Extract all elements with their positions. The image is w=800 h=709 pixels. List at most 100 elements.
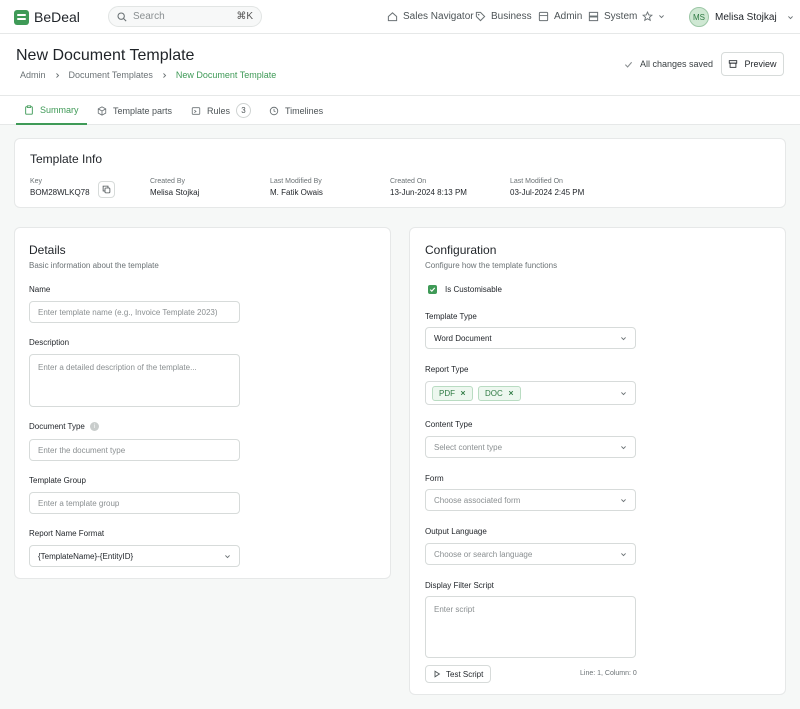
nav-system[interactable]: System — [588, 11, 637, 22]
breadcrumb-item[interactable]: Admin — [20, 70, 46, 80]
key-value: BOM28WLKQ78 — [30, 188, 90, 197]
created-on-value: 13-Jun-2024 8:13 PM — [390, 188, 467, 197]
logo-icon — [14, 9, 29, 25]
breadcrumb-current: New Document Template — [175, 70, 277, 80]
document-type-input[interactable]: Enter the document type — [29, 439, 240, 461]
key-label: Key — [30, 178, 43, 185]
check-icon — [429, 287, 436, 292]
report-name-format-value: {TemplateName}-{EntityID} — [38, 551, 134, 561]
created-by-value: Melisa Stojkaj — [150, 188, 200, 197]
info-icon[interactable]: i — [89, 422, 99, 431]
template-type-select[interactable]: Word Document — [425, 327, 636, 349]
description-label: Description — [29, 338, 70, 347]
form-select[interactable]: Choose associated form — [425, 489, 636, 511]
tab-timelines[interactable]: Timelines — [269, 96, 323, 125]
page-title: New Document Template — [16, 47, 195, 64]
tab-bar: Summary Template parts Rules 3 Timelines — [0, 96, 800, 125]
content-type-label: Content Type — [425, 420, 473, 429]
details-card: Details Basic information about the temp… — [14, 227, 391, 579]
tab-label: Summary — [40, 104, 79, 115]
document-type-placeholder: Enter the document type — [38, 445, 126, 455]
tab-rules[interactable]: Rules 3 — [191, 96, 252, 125]
breadcrumb-item[interactable]: Document Templates — [69, 70, 153, 80]
report-type-chip: DOC — [478, 385, 521, 401]
template-info-title: Template Info — [30, 152, 103, 166]
tag-icon — [475, 11, 486, 22]
nav-label: Admin — [554, 11, 583, 22]
tab-template-parts[interactable]: Template parts — [97, 96, 172, 125]
last-modified-by-value: M. Fatik Owais — [270, 188, 323, 197]
template-type-label: Template Type — [425, 312, 477, 321]
document-type-label: Document Type i — [29, 422, 99, 431]
content-type-placeholder: Select content type — [434, 442, 503, 452]
preview-button[interactable]: Preview — [721, 52, 784, 76]
favorites-menu[interactable] — [642, 11, 665, 22]
output-language-select[interactable]: Choose or search language — [425, 543, 636, 565]
name-placeholder: Enter template name (e.g., Invoice Templ… — [38, 307, 218, 317]
template-group-input[interactable]: Enter a template group — [29, 492, 240, 514]
save-status: All changes saved — [624, 59, 713, 69]
report-type-chip: PDF — [432, 385, 473, 401]
chevron-right-icon — [163, 72, 167, 78]
remove-chip-icon[interactable] — [508, 390, 514, 396]
chevron-down-icon — [621, 552, 626, 556]
rules-count-badge: 3 — [236, 103, 252, 118]
nav-label: Business — [491, 11, 532, 22]
home-icon — [387, 12, 398, 22]
user-menu[interactable]: MS Melisa Stojkaj — [689, 7, 794, 27]
tab-label: Rules — [207, 105, 231, 116]
page-header: New Document Template Admin Document Tem… — [0, 34, 800, 96]
form-placeholder: Choose associated form — [434, 495, 521, 505]
admin-icon — [538, 11, 549, 22]
output-language-placeholder: Choose or search language — [434, 549, 533, 559]
search-input[interactable]: Search ⌘K — [108, 6, 262, 27]
configuration-subtitle: Configure how the template functions — [425, 261, 558, 270]
server-icon — [588, 11, 599, 22]
name-input[interactable]: Enter template name (e.g., Invoice Templ… — [29, 301, 240, 323]
nav-business[interactable]: Business — [475, 11, 532, 22]
top-bar: BeDeal Search ⌘K Sales Navigator Busines… — [0, 0, 800, 34]
tab-summary[interactable]: Summary — [16, 96, 87, 125]
chevron-right-icon — [55, 72, 59, 78]
search-icon — [117, 11, 127, 22]
form-label: Form — [425, 474, 444, 483]
display-filter-script-editor[interactable]: Enter script — [425, 596, 636, 658]
test-script-label: Test Script — [446, 669, 484, 679]
last-modified-on-label: Last Modified On — [510, 178, 563, 185]
last-modified-by-label: Last Modified By — [270, 178, 322, 185]
save-status-text: All changes saved — [640, 59, 714, 69]
report-type-select[interactable]: PDF DOC — [425, 381, 636, 405]
search-placeholder: Search — [133, 11, 165, 22]
last-modified-on-value: 03-Jul-2024 2:45 PM — [510, 188, 585, 197]
search-shortcut: ⌘K — [236, 11, 253, 22]
clipboard-icon — [25, 104, 33, 115]
is-customisable-checkbox[interactable] — [428, 285, 437, 294]
chevron-down-icon — [621, 445, 626, 449]
tab-label: Timelines — [285, 105, 324, 116]
chevron-down-icon — [621, 391, 626, 395]
display-filter-script-label: Display Filter Script — [425, 581, 494, 590]
copy-icon — [102, 185, 111, 194]
nav-admin[interactable]: Admin — [538, 11, 582, 22]
user-name: Melisa Stojkaj — [715, 11, 777, 23]
avatar: MS — [689, 7, 709, 27]
copy-key-button[interactable] — [98, 181, 115, 198]
play-icon — [434, 670, 441, 678]
content-type-select[interactable]: Select content type — [425, 436, 636, 458]
test-script-button[interactable]: Test Script — [425, 665, 492, 683]
chevron-down-icon — [621, 498, 626, 502]
name-label: Name — [29, 285, 51, 294]
details-subtitle: Basic information about the template — [29, 261, 159, 270]
star-icon — [642, 11, 653, 22]
breadcrumb: Admin Document Templates New Document Te… — [20, 70, 276, 80]
app-logo[interactable]: BeDeal — [14, 9, 80, 25]
nav-sales-navigator[interactable]: Sales Navigator — [387, 11, 474, 22]
nav-label: Sales Navigator — [403, 11, 474, 22]
check-icon — [624, 61, 633, 68]
is-customisable-label: Is Customisable — [445, 285, 502, 294]
remove-chip-icon[interactable] — [460, 390, 466, 396]
clock-icon — [269, 106, 279, 115]
description-textarea[interactable]: Enter a detailed description of the temp… — [29, 354, 240, 407]
template-group-label: Template Group — [29, 476, 86, 485]
report-name-format-select[interactable]: {TemplateName}-{EntityID} — [29, 545, 240, 567]
